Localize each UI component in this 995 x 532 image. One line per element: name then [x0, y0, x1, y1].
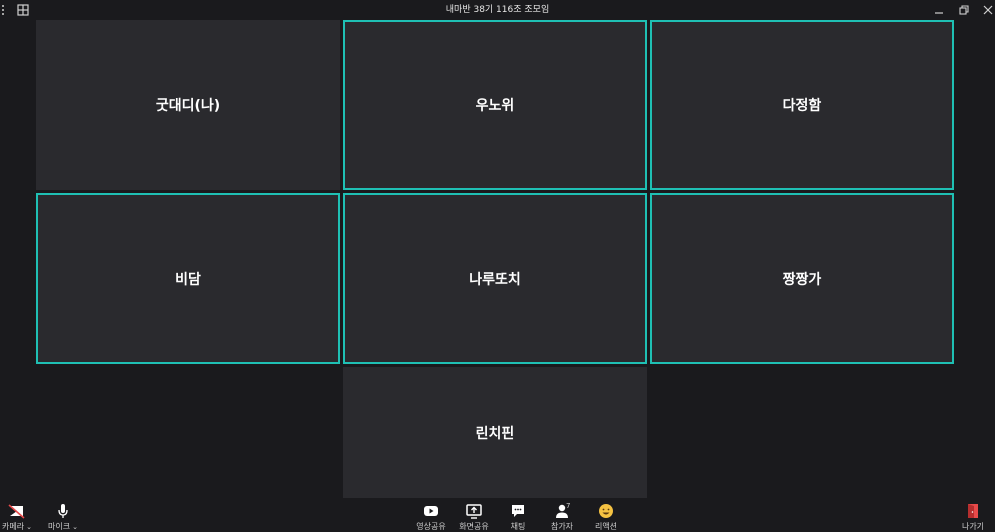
minimize-icon[interactable]	[932, 3, 946, 17]
participant-name: 비담	[175, 271, 201, 288]
share-screen-label: 화면공유	[459, 522, 489, 531]
camera-button[interactable]: 카메라 ⌄	[0, 500, 34, 532]
screen-share-icon	[466, 504, 482, 519]
participant-tile[interactable]: 우노위	[343, 20, 647, 190]
participant-tile[interactable]: 비담	[36, 193, 340, 364]
share-video-button[interactable]: 영상공유	[413, 500, 449, 532]
camera-label: 카메라	[2, 522, 25, 531]
participant-tile[interactable]: 짱짱가	[650, 193, 954, 364]
camera-off-icon	[8, 504, 25, 519]
mic-label: 마이크	[48, 522, 71, 531]
chevron-down-icon[interactable]: ⌄	[72, 523, 78, 531]
participants-label: 참가자	[550, 522, 574, 531]
share-screen-button[interactable]: 화면공유	[456, 500, 492, 532]
participant-tile[interactable]: 린치핀	[343, 367, 647, 498]
leave-button[interactable]: 나가기	[958, 500, 988, 532]
bottom-toolbar: 카메라 ⌄ 마이크 ⌄ 영상공유 화면공유 채팅 7 참가자 리액션 나가기	[0, 498, 995, 532]
title-bar: 내마반 38기 116조 조모임	[0, 0, 995, 20]
participants-button[interactable]: 7 참가자	[546, 500, 578, 532]
participant-tile[interactable]: 굿대디(나)	[36, 20, 340, 190]
mic-button[interactable]: 마이크 ⌄	[45, 500, 81, 532]
share-video-label: 영상공유	[416, 522, 446, 531]
participant-name: 다정함	[782, 98, 822, 114]
chat-label: 채팅	[510, 522, 526, 531]
play-video-icon	[424, 506, 438, 516]
chat-bubble-icon	[512, 505, 524, 517]
reaction-button[interactable]: 리액션	[590, 500, 622, 532]
participants-count-badge: 7	[566, 502, 571, 510]
participant-name: 굿대디(나)	[155, 98, 221, 114]
close-icon[interactable]	[981, 3, 995, 17]
microphone-icon	[58, 504, 68, 518]
participant-tile[interactable]: 다정함	[650, 20, 954, 190]
leave-label: 나가기	[961, 522, 985, 531]
participant-name: 우노위	[475, 98, 515, 114]
participant-name: 나루또치	[469, 271, 521, 288]
exit-door-icon	[968, 504, 978, 518]
participant-name: 린치핀	[475, 425, 515, 442]
window-title: 내마반 38기 116조 조모임	[445, 5, 550, 15]
restore-icon[interactable]	[957, 3, 971, 17]
smile-emoji-icon	[599, 504, 613, 518]
reaction-label: 리액션	[594, 522, 618, 531]
chevron-down-icon[interactable]: ⌄	[26, 523, 32, 531]
chat-button[interactable]: 채팅	[505, 500, 531, 532]
participant-tile[interactable]: 나루또치	[343, 193, 647, 364]
participant-name: 짱짱가	[782, 271, 822, 288]
video-grid: 굿대디(나) 우노위 다정함 비담 나루또치 짱짱가 린치핀	[0, 20, 995, 498]
